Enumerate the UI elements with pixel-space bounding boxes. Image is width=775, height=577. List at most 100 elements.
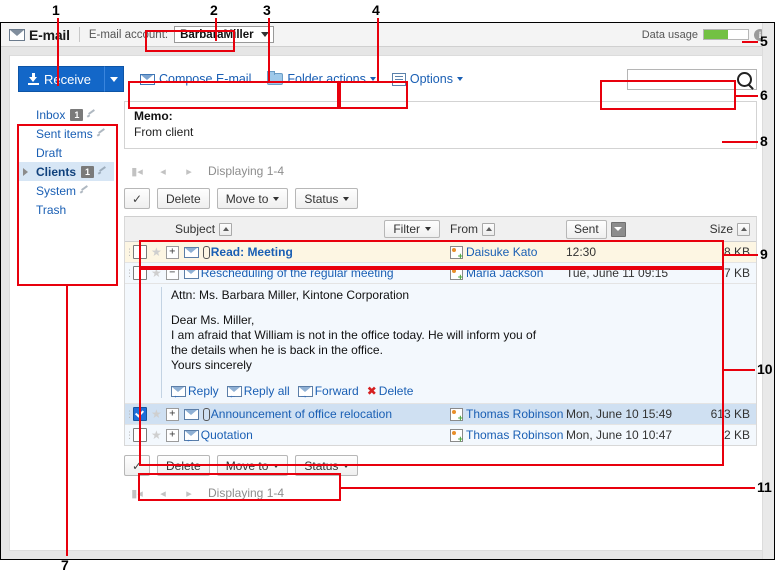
column-header-size[interactable]: Size (698, 222, 756, 236)
message-subject[interactable]: Quotation (201, 428, 253, 442)
expand-icon[interactable]: + (165, 245, 179, 259)
unread-badge: 1 (81, 165, 95, 178)
message-pane: Memo: From client ▮◂ ◂ ▸ Displaying 1-4 … (114, 101, 757, 506)
select-all-button[interactable]: ✓ (124, 188, 150, 209)
expand-icon[interactable]: + (165, 428, 179, 442)
row-checkbox[interactable] (133, 266, 147, 280)
message-subject[interactable]: Read: Meeting (211, 245, 293, 259)
sent-sort-button[interactable]: Sent (566, 219, 607, 239)
filter-button-inner[interactable]: Filter (384, 220, 440, 238)
column-header-from[interactable]: From (440, 222, 566, 236)
sidebar-item-sent-items[interactable]: Sent items (18, 124, 114, 143)
sidebar-item-system[interactable]: System (18, 181, 114, 200)
action-bar-top: ✓ Delete Move to Status (124, 188, 757, 209)
compose-email-button[interactable]: Compose E-mail (139, 72, 251, 86)
status-button[interactable]: Status (295, 455, 359, 476)
receive-dropdown-button[interactable] (103, 66, 124, 92)
add-contact-icon[interactable] (450, 407, 463, 423)
callout-1: 1 (52, 2, 60, 18)
message-from[interactable]: Maria Jackson (440, 266, 566, 282)
callout-9-leader (722, 254, 758, 256)
column-header-subject-label: Subject (175, 222, 216, 236)
message-from[interactable]: Daisuke Kato (440, 245, 566, 261)
drag-handle[interactable]: ⋮ (125, 431, 134, 440)
reply-all-button[interactable]: ← Reply all (226, 384, 290, 399)
star-icon[interactable]: ★ (151, 428, 162, 442)
add-contact-icon[interactable] (450, 266, 463, 282)
row-checkbox[interactable] (133, 245, 147, 259)
next-page-icon[interactable]: ▸ (176, 487, 202, 500)
add-contact-icon[interactable] (450, 428, 463, 444)
move-to-button[interactable]: Move to (216, 455, 289, 476)
column-header-subject[interactable]: Subject (125, 222, 233, 236)
message-from[interactable]: Thomas Robinson (440, 428, 566, 444)
preview-line-2: I am afraid that William is not in the o… (171, 328, 537, 342)
prev-page-icon[interactable]: ◂ (150, 165, 176, 178)
preview-line-1: Dear Ms. Miller, (171, 313, 255, 327)
memo-box: Memo: From client (124, 101, 757, 149)
account-select[interactable]: BarbaraMiller (174, 26, 274, 43)
delete-message-label: Delete (378, 384, 414, 398)
table-row[interactable]: ⋮ ★ + Read: Meeting Daisuke Kato 12:30 (125, 242, 756, 263)
reply-button[interactable]: ← Reply (171, 384, 219, 399)
callout-3-leader (268, 18, 270, 82)
row-checkbox[interactable] (133, 428, 147, 442)
folder-actions-menu[interactable]: Folder actions (267, 71, 376, 86)
forward-button[interactable]: → Forward (297, 384, 359, 399)
next-page-icon[interactable]: ▸ (176, 165, 202, 178)
preview-line-4: Yours sincerely (171, 358, 252, 372)
collapse-icon[interactable]: − (165, 266, 179, 280)
email-app-window: E-mail E-mail account: BarbaraMiller Dat… (0, 22, 775, 560)
message-from[interactable]: Thomas Robinson (440, 407, 566, 423)
delete-button[interactable]: Delete (157, 188, 210, 209)
preview-attn: Attn: Ms. Barbara Miller, Kintone Corpor… (171, 288, 410, 302)
search-box[interactable] (627, 68, 757, 90)
move-to-button[interactable]: Move to (216, 188, 289, 209)
first-page-icon[interactable]: ▮◂ (124, 487, 150, 500)
sidebar-item-draft[interactable]: Draft (18, 143, 114, 162)
receive-button[interactable]: Receive (18, 66, 104, 92)
sort-asc-icon[interactable] (737, 222, 750, 236)
star-icon[interactable]: ★ (151, 266, 162, 280)
filter-label: Filter (393, 222, 420, 236)
sidebar-item-clients[interactable]: Clients 1 (18, 162, 114, 181)
options-menu[interactable]: Options (391, 72, 463, 86)
first-page-icon[interactable]: ▮◂ (124, 165, 150, 178)
options-label: Options (409, 72, 453, 86)
sort-asc-icon[interactable] (482, 222, 495, 236)
chevron-down-icon (343, 463, 350, 468)
callout-4-leader (377, 18, 379, 82)
reply-all-label: Reply all (243, 384, 290, 398)
delete-button[interactable]: Delete (157, 455, 210, 476)
table-row[interactable]: ⋮ ★ + ← Quotation Thomas Robinson Mon, J… (125, 425, 756, 445)
sidebar-item-label: Inbox (36, 107, 66, 122)
prev-page-icon[interactable]: ◂ (150, 487, 176, 500)
triangle-right-icon[interactable] (23, 167, 28, 176)
message-subject[interactable]: Announcement of office relocation (211, 407, 392, 421)
table-row[interactable]: ⋮ ★ + Announcement of office relocation … (125, 404, 756, 425)
star-icon[interactable]: ★ (151, 245, 162, 259)
star-icon[interactable]: ★ (151, 407, 162, 421)
search-input[interactable] (634, 72, 737, 86)
expand-icon[interactable]: + (165, 407, 179, 421)
select-all-button[interactable]: ✓ (124, 455, 150, 476)
add-contact-icon[interactable] (450, 245, 463, 261)
search-icon[interactable] (737, 71, 752, 87)
status-button[interactable]: Status (295, 188, 359, 209)
sidebar-item-inbox[interactable]: Inbox 1 (18, 105, 114, 124)
table-row[interactable]: ⋮ ★ − Rescheduling of the regular meetin… (125, 263, 756, 284)
drag-handle[interactable]: ⋮ (125, 269, 134, 278)
message-subject[interactable]: Rescheduling of the regular meeting (201, 266, 394, 280)
drag-handle[interactable]: ⋮ (125, 248, 134, 257)
drag-handle[interactable]: ⋮ (125, 410, 134, 419)
sort-asc-icon[interactable] (219, 222, 233, 236)
sidebar-item-trash[interactable]: Trash (18, 200, 114, 219)
sort-desc-icon[interactable] (610, 221, 626, 237)
column-header-sent[interactable]: Sent (566, 219, 698, 239)
content-split: Inbox 1 Sent items Draft Clients 1 Syste… (10, 101, 765, 506)
sidebar-item-label: Trash (36, 202, 67, 217)
delete-message-button[interactable]: ✖ Delete (367, 384, 414, 398)
edit-icon (97, 129, 106, 138)
filter-button[interactable]: Filter (384, 220, 440, 238)
row-checkbox[interactable] (133, 407, 147, 421)
